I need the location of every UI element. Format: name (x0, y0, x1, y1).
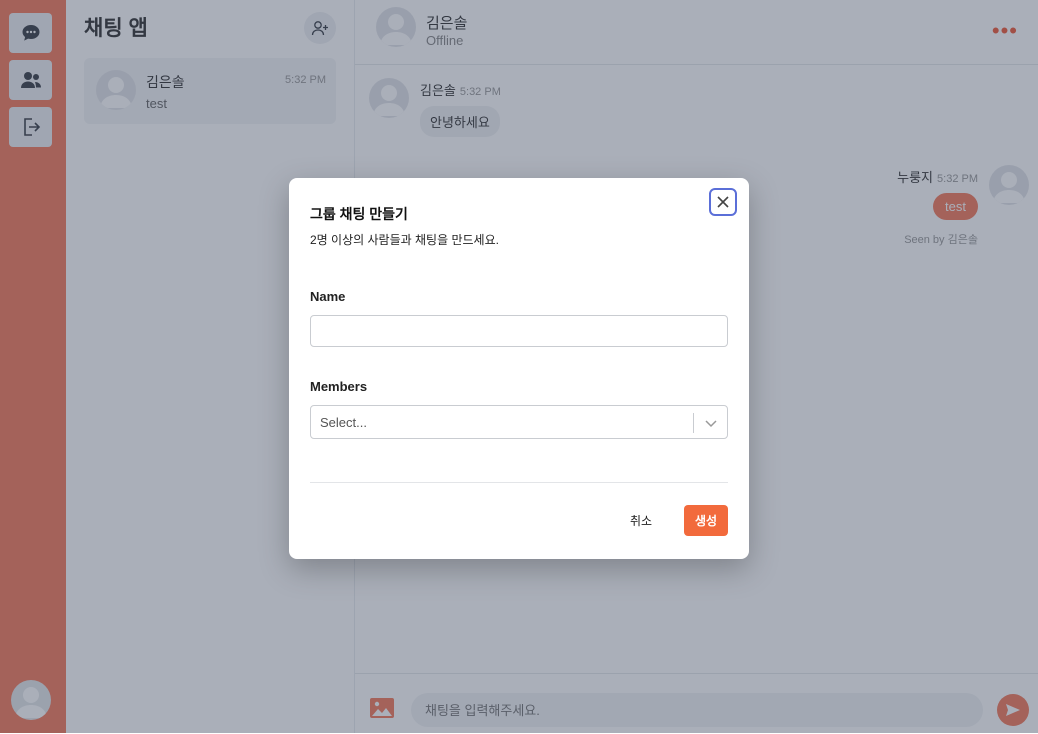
modal-title: 그룹 채팅 만들기 (310, 206, 408, 222)
create-group-modal: 그룹 채팅 만들기 2명 이상의 사람들과 채팅을 만드세요. Name Mem… (289, 178, 749, 559)
close-icon (717, 196, 729, 208)
modal-description: 2명 이상의 사람들과 채팅을 만드세요. (310, 233, 499, 247)
group-name-input[interactable] (310, 315, 728, 347)
members-select-placeholder: Select... (320, 415, 367, 430)
create-button[interactable]: 생성 (684, 505, 728, 536)
close-button[interactable] (709, 188, 737, 216)
members-select[interactable]: Select... (310, 405, 728, 439)
chevron-down-icon (705, 420, 717, 428)
members-label: Members (310, 379, 368, 394)
dropdown-toggle[interactable] (704, 416, 718, 435)
cancel-button[interactable]: 취소 (616, 510, 666, 530)
select-separator (693, 413, 694, 433)
name-label: Name (310, 289, 346, 304)
modal-divider (310, 482, 728, 483)
